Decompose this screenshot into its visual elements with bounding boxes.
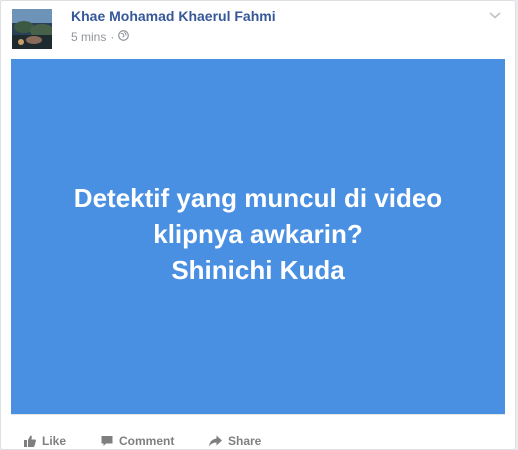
comment-icon <box>101 436 113 446</box>
globe-icon[interactable] <box>118 30 130 44</box>
avatar[interactable] <box>12 9 52 49</box>
meta-separator: · <box>110 30 115 44</box>
post-text-banner: Detektif yang muncul di video klipnya aw… <box>11 59 505 414</box>
post-text-line: Shinichi Kuda <box>171 254 345 285</box>
post-header: Khae Mohamad Khaerul Fahmi 5 mins · <box>1 1 515 59</box>
timestamp[interactable]: 5 mins <box>71 30 106 44</box>
thumbs-up-icon <box>24 435 36 447</box>
post-card: Khae Mohamad Khaerul Fahmi 5 mins · Dete… <box>0 0 516 450</box>
author-name[interactable]: Khae Mohamad Khaerul Fahmi <box>71 8 276 24</box>
share-label: Share <box>228 434 262 448</box>
post-text-line: Detektif yang muncul di video <box>73 182 443 213</box>
comment-button[interactable]: Comment <box>100 434 174 448</box>
like-button[interactable]: Like <box>23 434 66 448</box>
share-button[interactable]: Share <box>208 434 261 448</box>
post-text: Detektif yang muncul di video klipnya aw… <box>28 180 488 288</box>
share-arrow-icon <box>209 435 222 447</box>
post-text-line: klipnya awkarin? <box>153 218 363 249</box>
post-actions: Like Comment Share <box>11 414 505 449</box>
comment-label: Comment <box>119 434 175 448</box>
like-label: Like <box>42 434 67 448</box>
chevron-down-icon[interactable] <box>487 7 503 23</box>
post-meta: 5 mins · <box>71 30 130 44</box>
